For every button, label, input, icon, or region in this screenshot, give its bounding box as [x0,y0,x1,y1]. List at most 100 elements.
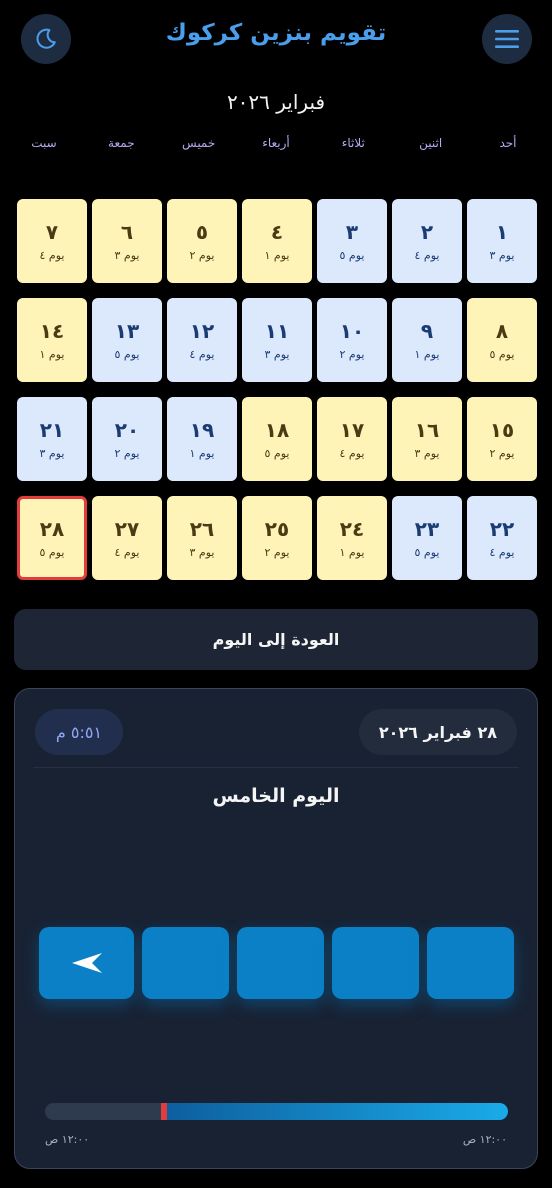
day-cycle-label: يوم ٣ [189,545,215,559]
calendar-day[interactable]: ١٩ يوم ١ [167,397,237,481]
calendar-day[interactable]: ٨ يوم ٥ [467,298,537,382]
day-number: ١٨ [264,417,290,442]
calendar-day[interactable]: ١٠ يوم ٢ [317,298,387,382]
day-cycle-label: يوم ٤ [414,248,440,262]
day-cycle-label: يوم ٣ [114,248,140,262]
day-cycle-label: يوم ٤ [189,347,215,361]
day-cycle-label: يوم ٥ [489,347,515,361]
day-number: ٦ [120,219,134,244]
slot[interactable] [332,927,419,999]
day-cycle-label: يوم ٢ [339,347,365,361]
weekday-label: أربعاء [262,136,290,150]
calendar-day[interactable]: ٢٤ يوم ١ [317,496,387,580]
day-cycle-label: يوم ٢ [114,446,140,460]
day-cycle-label: يوم ٥ [39,545,65,559]
day-number: ٢٦ [189,516,215,541]
calendar-day[interactable]: ٢١ يوم ٣ [17,397,87,481]
day-number: ١٠ [339,318,365,343]
calendar-day[interactable]: ٢٥ يوم ٢ [242,496,312,580]
day-number: ١٤ [39,318,65,343]
day-number: ٢٤ [339,516,365,541]
day-number: ١٣ [114,318,140,343]
day-number: ٨ [495,318,509,343]
day-cycle-label: يوم ٣ [414,446,440,460]
day-cycle-label: يوم ٣ [39,446,65,460]
day-cycle-label: يوم ١ [189,446,215,460]
day-cycle-label: يوم ١ [414,347,440,361]
day-cycle-label: يوم ٣ [489,248,515,262]
calendar-day[interactable]: ٥ يوم ٢ [167,199,237,283]
divider [33,767,519,768]
day-cycle-label: يوم ٤ [114,545,140,559]
calendar-day[interactable]: ١٦ يوم ٣ [392,397,462,481]
slot[interactable] [142,927,229,999]
app-title: تقويم بنزين كركوك [165,20,387,46]
calendar-day[interactable]: ١٨ يوم ٥ [242,397,312,481]
calendar-day[interactable]: ٢٢ يوم ٤ [467,496,537,580]
day-number: ١ [495,219,509,244]
day-cycle-label: يوم ١ [264,248,290,262]
day-number: ١٦ [414,417,440,442]
day-cycle-label: يوم ٢ [489,446,515,460]
theme-toggle-button[interactable] [21,14,71,64]
slot[interactable] [427,927,514,999]
calendar-grid: ١ يوم ٣ ٢ يوم ٤ ٣ يوم ٥ ٤ يوم ١ ٥ يوم ٢ ٦ يوم ٣ ٧ يوم… [15,199,537,580]
day-cycle-label: يوم ٥ [114,347,140,361]
day-cycle-label: يوم ٥ [414,545,440,559]
day-cycle-label: يوم ٤ [39,248,65,262]
calendar-day[interactable]: ٢٣ يوم ٥ [392,496,462,580]
day-number: ٢ [420,219,434,244]
weekday-label: سبت [31,136,57,150]
day-progress-bar [45,1103,508,1120]
weekday-header: أحد اثنين ثلاثاء أربعاء خميس جمعة سبت [10,136,542,150]
weekday-label: خميس [182,136,216,150]
day-number: ٥ [195,219,209,244]
day-number: ٢١ [39,417,65,442]
day-number: ٢٠ [114,417,140,442]
progress-start-time: ١٢:٠٠ ص [45,1133,90,1146]
calendar-day[interactable]: ١ يوم ٣ [467,199,537,283]
weekday-label: ثلاثاء [341,136,365,150]
calendar-day-today[interactable]: ٢٨ يوم ٥ [17,496,87,580]
back-to-today-button[interactable]: العودة إلى اليوم [14,609,538,670]
calendar-day[interactable]: ١٥ يوم ٢ [467,397,537,481]
day-cycle-label: يوم ١ [339,545,365,559]
app-header: تقويم بنزين كركوك [0,0,552,80]
calendar-day[interactable]: ٤ يوم ١ [242,199,312,283]
day-number: ٢٧ [114,516,140,541]
day-number: ٢٨ [39,516,65,541]
calendar-day[interactable]: ٩ يوم ١ [392,298,462,382]
slot-active[interactable] [39,927,134,999]
day-number: ٤ [270,219,284,244]
day-number: ١٥ [489,417,515,442]
day-cycle-label: يوم ٣ [264,347,290,361]
calendar-day[interactable]: ٣ يوم ٥ [317,199,387,283]
calendar-day[interactable]: ٢٠ يوم ٢ [92,397,162,481]
day-number: ٧ [45,219,59,244]
day-cycle-label: يوم ٥ [339,248,365,262]
current-time-badge: ٥:٥١ م [35,709,123,755]
slot[interactable] [237,927,324,999]
calendar-day[interactable]: ١٤ يوم ١ [17,298,87,382]
calendar-day[interactable]: ١٢ يوم ٤ [167,298,237,382]
calendar-day[interactable]: ١٧ يوم ٤ [317,397,387,481]
calendar-day[interactable]: ٧ يوم ٤ [17,199,87,283]
day-number: ١٢ [189,318,215,343]
day-cycle-label: يوم ٢ [264,545,290,559]
day-number: ١٩ [189,417,215,442]
day-cycle-label: يوم ٤ [339,446,365,460]
moon-icon [36,28,56,49]
day-cycle-label: يوم ١ [39,347,65,361]
day-number: ١١ [264,318,290,343]
progress-marker [160,1103,167,1120]
weekday-label: اثنين [419,136,443,150]
calendar-day[interactable]: ١١ يوم ٣ [242,298,312,382]
day-detail-panel: ٢٨ فبراير ٢٠٢٦ ٥:٥١ م اليوم الخامس ١٢:٠٠… [14,688,538,1169]
day-number: ٢٥ [264,516,290,541]
day-number: ٩ [420,318,434,343]
calendar-day[interactable]: ٢٧ يوم ٤ [92,496,162,580]
calendar-day[interactable]: ٢ يوم ٤ [392,199,462,283]
calendar-day[interactable]: ٢٦ يوم ٣ [167,496,237,580]
calendar-day[interactable]: ٦ يوم ٣ [92,199,162,283]
calendar-day[interactable]: ١٣ يوم ٥ [92,298,162,382]
